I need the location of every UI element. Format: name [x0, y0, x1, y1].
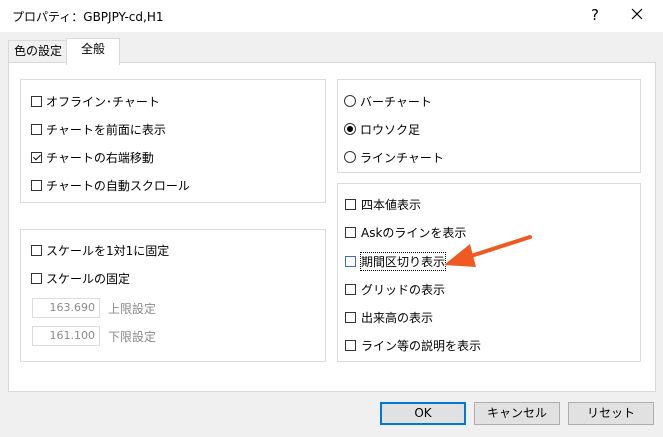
- volume-checkbox[interactable]: [345, 312, 356, 323]
- chart-foreground-checkbox[interactable]: [31, 124, 42, 135]
- close-button[interactable]: [622, 2, 652, 28]
- candlestick-radio[interactable]: [344, 123, 356, 135]
- ohlc-label: 四本値表示: [361, 198, 422, 212]
- cancel-button[interactable]: キャンセル: [474, 402, 560, 425]
- chart-autoscroll-checkbox[interactable]: [31, 180, 42, 191]
- tab-general[interactable]: 全般: [66, 38, 120, 65]
- reset-button[interactable]: リセット: [568, 402, 654, 425]
- grid-label: グリッドの表示: [361, 283, 446, 297]
- lower-limit-label: 下限設定: [108, 330, 157, 344]
- chart-shift-checkbox[interactable]: [31, 152, 42, 163]
- bar-chart-radio[interactable]: [344, 95, 356, 107]
- close-icon: [631, 8, 643, 20]
- help-button[interactable]: ?: [585, 4, 605, 26]
- volume-label: 出来高の表示: [361, 311, 434, 325]
- object-descriptions-label: ライン等の説明を表示: [361, 339, 482, 353]
- window-title: プロパティ：GBPJPY-cd,H1: [12, 10, 164, 24]
- lower-limit-input[interactable]: 161.100: [32, 326, 100, 346]
- period-separators-label: 期間区切り表示: [359, 252, 447, 271]
- chart-foreground-label: チャートを前面に表示: [46, 123, 166, 137]
- upper-limit-input[interactable]: 163.690: [32, 298, 100, 318]
- grid-checkbox[interactable]: [345, 284, 356, 295]
- line-chart-radio[interactable]: [344, 151, 356, 163]
- chart-autoscroll-label: チャートの自動スクロール: [46, 179, 190, 193]
- tab-color-settings[interactable]: 色の設定: [8, 40, 68, 63]
- upper-limit-label: 上限設定: [108, 302, 157, 316]
- line-chart-label: ラインチャート: [360, 151, 444, 165]
- period-separators-checkbox[interactable]: [345, 256, 356, 267]
- scale-fix-label: スケールの固定: [46, 272, 131, 286]
- offline-chart-label: オフライン･チャート: [46, 95, 160, 109]
- scale-fix-checkbox[interactable]: [31, 273, 42, 284]
- ohlc-checkbox[interactable]: [345, 199, 356, 210]
- bar-chart-label: バーチャート: [360, 95, 432, 109]
- scale-1to1-checkbox[interactable]: [31, 245, 42, 256]
- ask-line-checkbox[interactable]: [345, 227, 356, 238]
- offline-chart-checkbox[interactable]: [31, 96, 42, 107]
- ok-button[interactable]: OK: [380, 402, 466, 425]
- candlestick-label: ロウソク足: [360, 123, 421, 137]
- object-descriptions-checkbox[interactable]: [345, 340, 356, 351]
- annotation-arrow-icon: [444, 235, 532, 267]
- chart-shift-label: チャートの右端移動: [46, 151, 154, 165]
- scale-1to1-label: スケールを1対1に固定: [46, 244, 170, 258]
